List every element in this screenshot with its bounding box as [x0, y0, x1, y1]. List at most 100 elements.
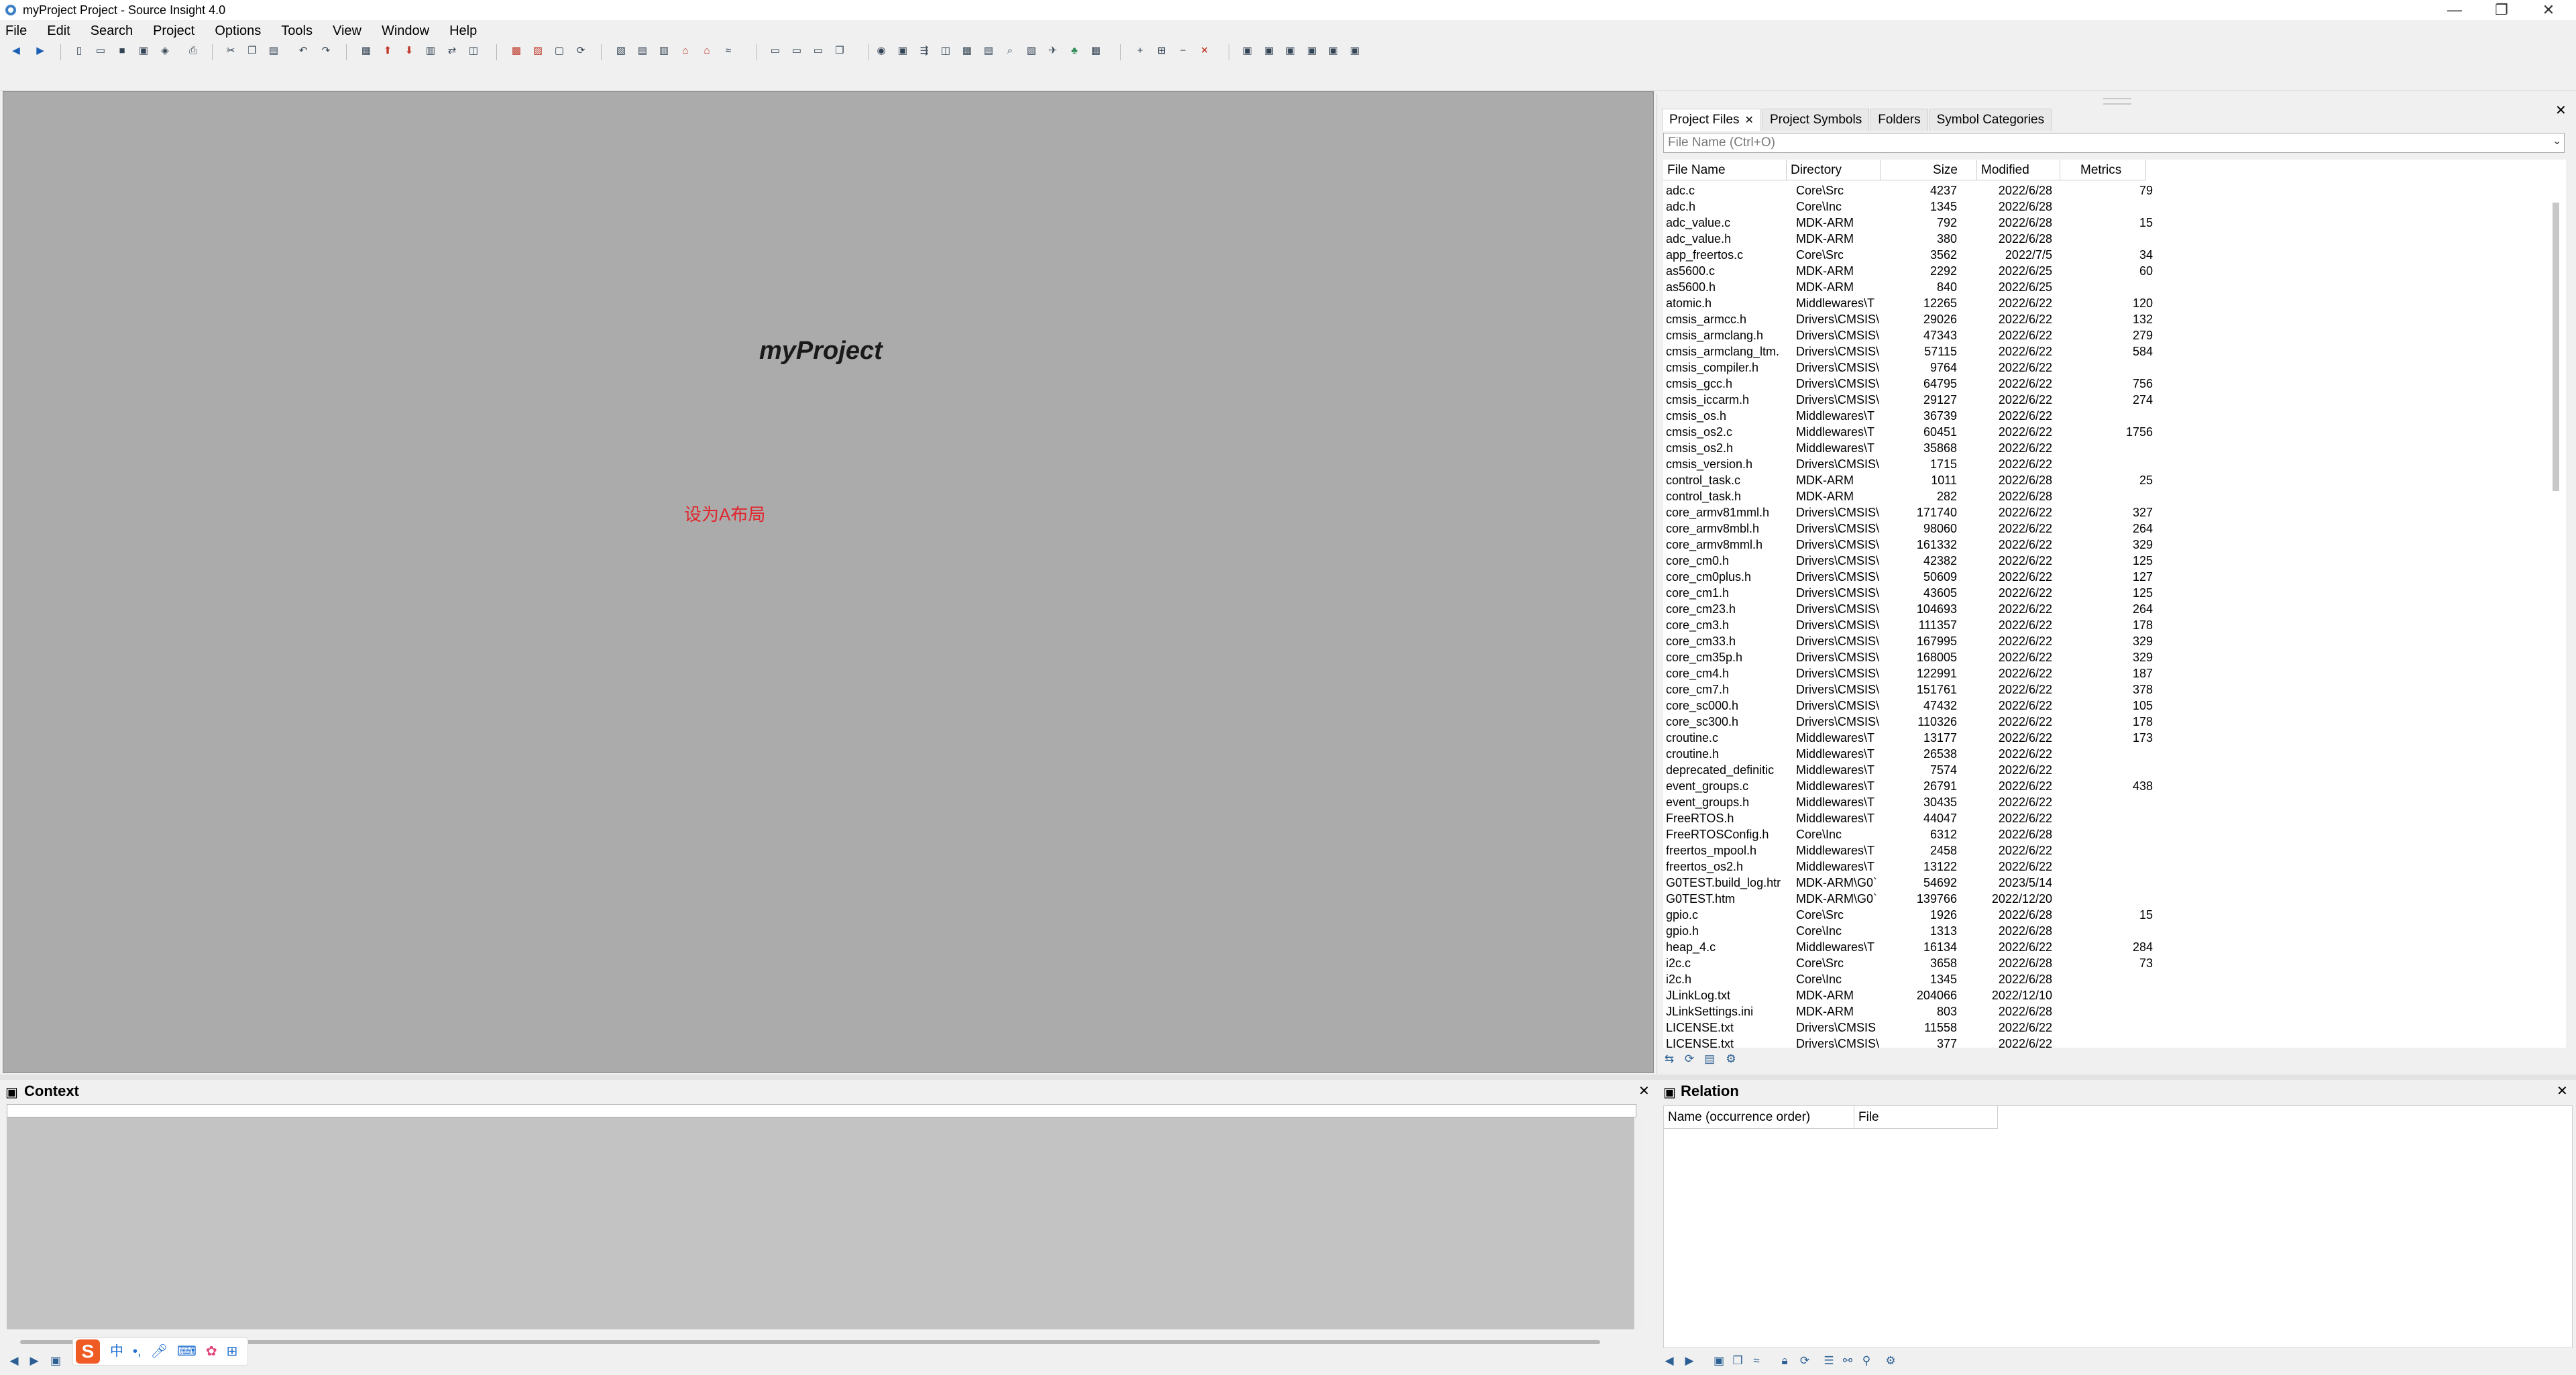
- replace-icon[interactable]: ⇄: [445, 44, 459, 58]
- table-row[interactable]: as5600.h MDK-ARM 840 2022/6/25: [1663, 279, 2555, 295]
- table-row[interactable]: core_sc000.h Drivers\CMSIS\ 47432 2022/6/22…: [1663, 698, 2555, 714]
- format-e-icon[interactable]: ▣: [1327, 44, 1340, 58]
- ime-chinese-mode[interactable]: 中: [110, 1339, 123, 1364]
- back-icon[interactable]: ◀: [7, 1354, 21, 1368]
- overview-icon[interactable]: ▧: [1025, 44, 1038, 58]
- keyboard-icon[interactable]: ⌨: [177, 1339, 197, 1364]
- relation-window-icon[interactable]: ⇶: [917, 44, 931, 58]
- table-row[interactable]: adc.h Core\Inc 1345 2022/6/28: [1663, 199, 2555, 215]
- table-row[interactable]: adc.c Core\Src 4237 2022/6/28 79: [1663, 182, 2555, 199]
- panel-close-icon[interactable]: ✕: [2555, 102, 2567, 119]
- tab-project-symbols[interactable]: Project Symbols: [1762, 109, 1870, 131]
- jump-up-icon[interactable]: ⬆: [381, 44, 394, 58]
- house-icon[interactable]: ⌂: [700, 44, 714, 58]
- remove-icon[interactable]: −: [1176, 44, 1190, 58]
- table-row[interactable]: G0TEST.build_log.htr MDK-ARM\G0` 54692 2023…: [1663, 875, 2555, 891]
- punctuation-icon[interactable]: •,: [133, 1339, 142, 1364]
- table-row[interactable]: control_task.h MDK-ARM 282 2022/6/28: [1663, 488, 2555, 504]
- table-row[interactable]: freertos_mpool.h Middlewares\T 2458 2022/6/…: [1663, 842, 2555, 859]
- project-window-icon[interactable]: ▦: [960, 44, 974, 58]
- menu-view[interactable]: View: [333, 23, 361, 39]
- hierarchy-icon[interactable]: ⚲: [1859, 1354, 1874, 1368]
- table-row[interactable]: app_freertos.c Core\Src 3562 2022/7/5 34: [1663, 247, 2555, 263]
- sync-icon[interactable]: ◈: [158, 44, 172, 58]
- symbol-window-icon[interactable]: ▣: [896, 44, 909, 58]
- context-vertical-scrollbar[interactable]: [1634, 1117, 1642, 1329]
- window-layout-4-icon[interactable]: ❐: [833, 44, 846, 58]
- table-row[interactable]: core_cm23.h Drivers\CMSIS\ 104693 2022/6/22…: [1663, 601, 2555, 617]
- table-row[interactable]: adc_value.c MDK-ARM 792 2022/6/28 15: [1663, 215, 2555, 231]
- table-row[interactable]: JLinkLog.txt MDK-ARM 204066 2022/12/10: [1663, 987, 2555, 1003]
- select-block-icon[interactable]: ▢: [553, 44, 566, 58]
- wave-icon[interactable]: ≈: [722, 44, 735, 58]
- table-row[interactable]: cmsis_os2.h Middlewares\T 35868 2022/6/22: [1663, 440, 2555, 456]
- sync-files-icon[interactable]: ⇆: [1662, 1052, 1677, 1066]
- cut-icon[interactable]: ✂: [224, 44, 237, 58]
- search-results-icon[interactable]: ⌕: [1003, 44, 1017, 58]
- browse-icon[interactable]: ▧: [614, 44, 628, 58]
- format-c-icon[interactable]: ▣: [1284, 44, 1297, 58]
- menu-window[interactable]: Window: [382, 23, 429, 39]
- table-row[interactable]: cmsis_iccarm.h Drivers\CMSIS\ 29127 2022/6/…: [1663, 392, 2555, 408]
- file-window-icon[interactable]: ▤: [982, 44, 995, 58]
- library-icon[interactable]: ▥: [657, 44, 671, 58]
- menu-project[interactable]: Project: [153, 23, 194, 39]
- table-row[interactable]: cmsis_armcc.h Drivers\CMSIS\ 29026 2022/6/2…: [1663, 311, 2555, 327]
- table-row[interactable]: core_cm7.h Drivers\CMSIS\ 151761 2022/6/22 3…: [1663, 681, 2555, 698]
- save-icon[interactable]: ■: [115, 44, 129, 58]
- tab-project-files[interactable]: Project Files ✕: [1662, 109, 1761, 131]
- add-files-icon[interactable]: ⊞: [1155, 44, 1168, 58]
- table-row[interactable]: freertos_os2.h Middlewares\T 13122 2022/6/2…: [1663, 859, 2555, 875]
- wave-icon[interactable]: ≈: [1749, 1354, 1764, 1368]
- table-row[interactable]: cmsis_version.h Drivers\CMSIS\ 1715 2022/6/…: [1663, 456, 2555, 472]
- table-row[interactable]: core_cm1.h Drivers\CMSIS\ 43605 2022/6/22 12…: [1663, 585, 2555, 601]
- tree-icon[interactable]: ♣: [1068, 44, 1081, 58]
- lock-icon[interactable]: ▣: [48, 1354, 63, 1368]
- redo-icon[interactable]: ↷: [319, 44, 333, 58]
- table-row[interactable]: cmsis_armclang_ltm. Drivers\CMSIS\ 57115 20…: [1663, 343, 2555, 360]
- table-row[interactable]: adc_value.h MDK-ARM 380 2022/6/28: [1663, 231, 2555, 247]
- table-row[interactable]: croutine.c Middlewares\T 13177 2022/6/22 173: [1663, 730, 2555, 746]
- table-row[interactable]: core_cm33.h Drivers\CMSIS\ 167995 2022/6/22…: [1663, 633, 2555, 649]
- refresh-icon[interactable]: ⟳: [574, 44, 587, 58]
- table-row[interactable]: deprecated_definitic Middlewares\T 7574 202…: [1663, 762, 2555, 778]
- column-header-modified[interactable]: Modified: [1977, 160, 2060, 180]
- column-header-file[interactable]: File: [1854, 1106, 1998, 1129]
- back-arrow-icon[interactable]: ◀: [9, 44, 23, 58]
- table-row[interactable]: core_sc300.h Drivers\CMSIS\ 110326 2022/6/2…: [1663, 714, 2555, 730]
- back-icon[interactable]: ◀: [1662, 1354, 1677, 1368]
- format-d-icon[interactable]: ▣: [1305, 44, 1319, 58]
- table-scrollbar-thumb[interactable]: [2553, 203, 2559, 491]
- menu-options[interactable]: Options: [215, 23, 261, 39]
- table-row[interactable]: core_cm4.h Drivers\CMSIS\ 122991 2022/6/22 1…: [1663, 665, 2555, 681]
- table-row[interactable]: core_armv8mbl.h Drivers\CMSIS\ 98060 2022/6…: [1663, 520, 2555, 537]
- refresh-project-icon[interactable]: ⟳: [1682, 1052, 1697, 1066]
- column-header-size[interactable]: Size: [1881, 160, 1977, 180]
- copy-icon[interactable]: ❐: [1730, 1354, 1745, 1368]
- microphone-icon[interactable]: 🎤︎: [151, 1339, 168, 1364]
- window-layout-1-icon[interactable]: ▭: [769, 44, 782, 58]
- menu-search[interactable]: Search: [91, 23, 133, 39]
- list-icon[interactable]: ☰: [1822, 1354, 1836, 1368]
- refresh-icon[interactable]: ⟳: [1797, 1354, 1812, 1368]
- save-all-icon[interactable]: ▣: [137, 44, 150, 58]
- column-header-file-name[interactable]: File Name: [1663, 160, 1787, 180]
- table-row[interactable]: event_groups.c Middlewares\T 26791 2022/6/2…: [1663, 778, 2555, 794]
- undo-icon[interactable]: ↶: [296, 44, 310, 58]
- context-horizontal-scrollbar[interactable]: [20, 1340, 1600, 1344]
- ime-toolbar[interactable]: S 中 •, 🎤︎ ⌨ ✿ ⊞: [72, 1337, 249, 1366]
- table-row[interactable]: FreeRTOS.h Middlewares\T 44047 2022/6/22: [1663, 810, 2555, 826]
- table-row[interactable]: core_armv8mml.h Drivers\CMSIS\ 161332 2022/…: [1663, 537, 2555, 553]
- graph-icon[interactable]: ⚯: [1840, 1354, 1855, 1368]
- format-b-icon[interactable]: ▣: [1262, 44, 1276, 58]
- lookup-icon[interactable]: ◫: [467, 44, 480, 58]
- column-header-directory[interactable]: Directory: [1787, 160, 1881, 180]
- save-icon[interactable]: ▣: [1712, 1354, 1726, 1368]
- jump-down-icon[interactable]: ⬇: [402, 44, 416, 58]
- bird-icon[interactable]: ✈: [1046, 44, 1060, 58]
- table-row[interactable]: gpio.h Core\Inc 1313 2022/6/28: [1663, 923, 2555, 939]
- menu-file[interactable]: File: [5, 23, 27, 39]
- window-layout-2-icon[interactable]: ▭: [790, 44, 803, 58]
- table-row[interactable]: i2c.h Core\Inc 1345 2022/6/28: [1663, 971, 2555, 987]
- table-row[interactable]: JLinkSettings.ini MDK-ARM 803 2022/6/28: [1663, 1003, 2555, 1020]
